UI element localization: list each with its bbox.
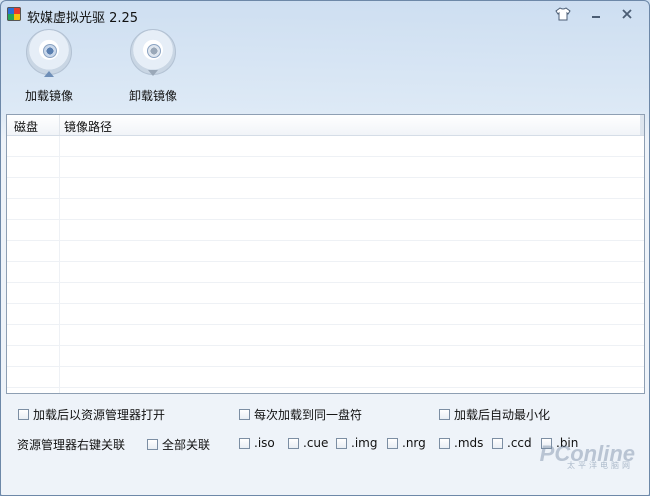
ext-img-checkbox[interactable]: .img [336,436,377,450]
ext-mds-label: .mds [454,436,484,450]
checkbox-box[interactable] [288,437,299,449]
list-row[interactable] [7,304,644,325]
title-bar[interactable]: 软媒虚拟光驱 2.25 [1,1,649,29]
ext-ccd-checkbox[interactable]: .ccd [492,436,532,450]
skin-button[interactable] [554,6,572,22]
list-row[interactable] [7,325,644,346]
list-row[interactable] [7,346,644,367]
checkbox-box[interactable] [18,409,29,420]
ext-nrg-checkbox[interactable]: .nrg [387,436,426,450]
minimize-icon [589,7,603,21]
ext-iso-label: .iso [254,436,275,450]
column-header-image-path[interactable]: 镜像路径 [64,118,112,135]
same-drive-label: 每次加载到同一盘符 [254,408,363,422]
checkbox-box[interactable] [387,437,398,449]
unmount-image-button[interactable]: 卸载镜像 [115,29,191,104]
window-title: 软媒虚拟光驱 2.25 [27,11,139,26]
list-row[interactable] [7,157,644,178]
mount-image-button[interactable]: 加载镜像 [11,29,87,104]
column-header-drive[interactable]: 磁盘 [14,118,38,135]
checkbox-box[interactable] [239,437,250,449]
list-row[interactable] [7,241,644,262]
open-explorer-label: 加载后以资源管理器打开 [33,408,166,422]
ext-cue-checkbox[interactable]: .cue [288,436,328,450]
ext-cue-label: .cue [303,436,329,450]
checkbox-box[interactable] [239,409,250,420]
list-row[interactable] [7,283,644,304]
shirt-icon [555,7,571,21]
same-drive-checkbox[interactable]: 每次加载到同一盘符 [239,406,362,423]
checkbox-box[interactable] [147,439,158,450]
ext-nrg-label: .nrg [402,436,426,450]
list-row[interactable] [7,199,644,220]
disc-unmount-icon [130,29,176,76]
disc-mount-icon [26,29,72,77]
ext-img-label: .img [351,436,378,450]
list-header: 磁盘 镜像路径 [7,115,644,136]
close-button[interactable] [618,6,636,22]
list-row[interactable] [7,367,644,388]
auto-minimize-checkbox[interactable]: 加载后自动最小化 [439,406,550,423]
list-row[interactable] [7,178,644,199]
assoc-all-checkbox[interactable]: 全部关联 [147,436,210,453]
assoc-all-label: 全部关联 [162,438,211,452]
close-icon [620,7,634,21]
checkbox-box[interactable] [439,437,450,449]
checkbox-box[interactable] [439,409,450,420]
open-explorer-checkbox[interactable]: 加载后以资源管理器打开 [18,406,165,423]
context-menu-assoc-label: 资源管理器右键关联 [17,438,126,452]
app-icon [7,7,21,21]
list-rows [7,136,644,393]
minimize-button[interactable] [587,6,605,22]
auto-minimize-label: 加载后自动最小化 [454,408,551,422]
list-row[interactable] [7,220,644,241]
checkbox-box[interactable] [492,437,503,449]
header-scroll-stub [640,115,644,135]
ext-ccd-label: .ccd [507,436,532,450]
checkbox-box[interactable] [336,437,347,449]
list-row[interactable] [7,136,644,157]
mount-image-label: 加载镜像 [24,89,73,103]
ext-iso-checkbox[interactable]: .iso [239,436,275,450]
unmount-image-label: 卸载镜像 [128,89,177,103]
watermark-subtext: 太平洋电脑网 [567,461,633,470]
ext-mds-checkbox[interactable]: .mds [439,436,483,450]
mounted-images-list[interactable]: 磁盘 镜像路径 [6,114,645,394]
list-row[interactable] [7,262,644,283]
app-window: 软媒虚拟光驱 2.25 加载镜像 卸载镜像 磁盘 镜像路径 加载后以资源管理器打… [0,0,650,496]
